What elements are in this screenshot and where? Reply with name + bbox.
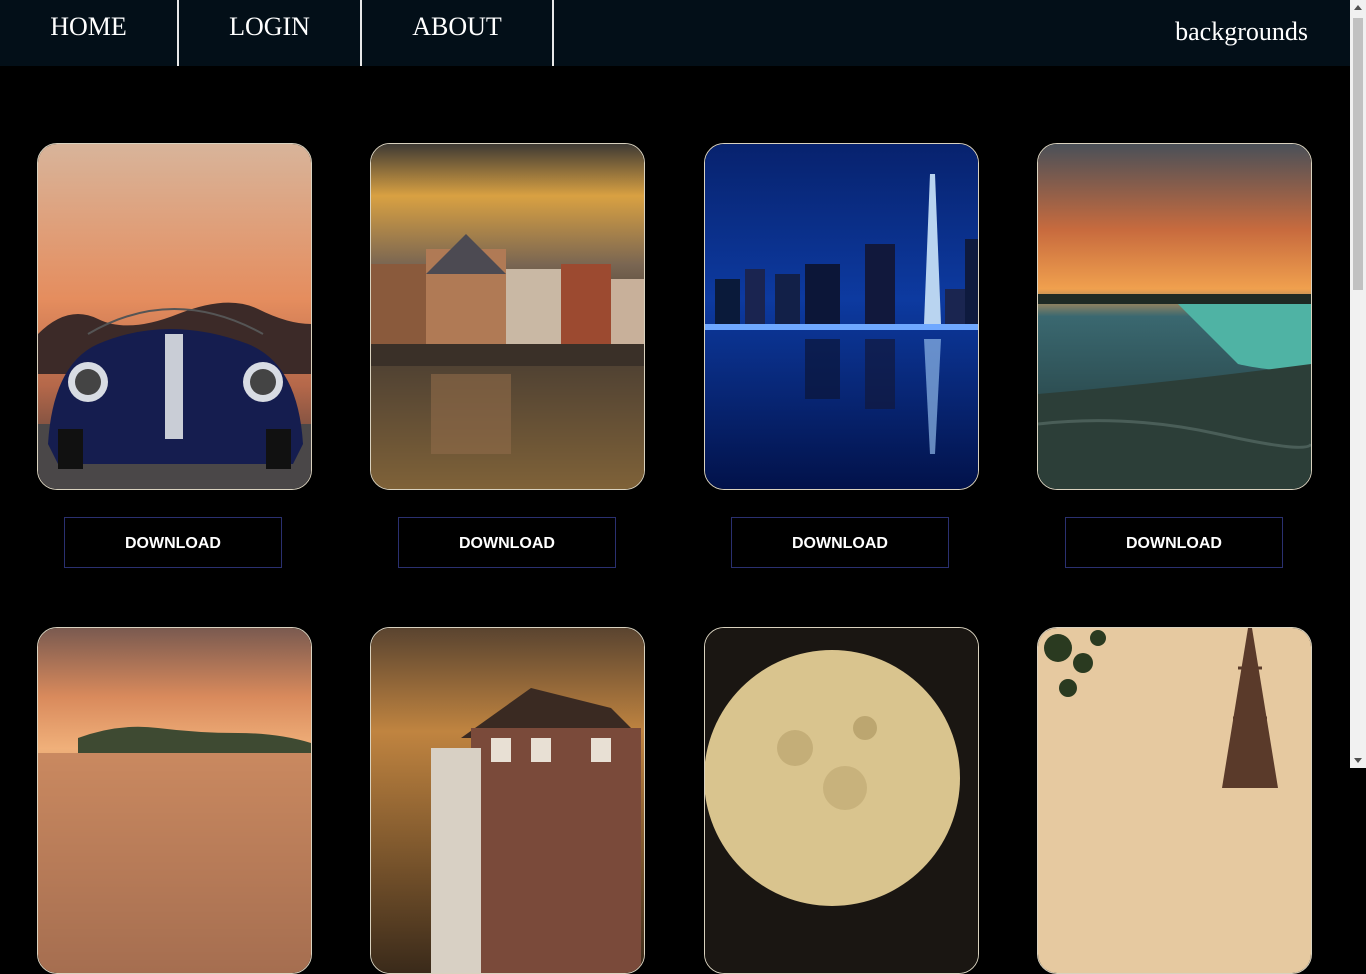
nav-login-link[interactable]: LOGIN <box>179 0 360 66</box>
wallpaper-image-eiffel-tower[interactable] <box>1037 627 1312 974</box>
wallpaper-image-waterfall[interactable] <box>1037 143 1312 490</box>
nav-home-link[interactable]: HOME <box>0 0 177 66</box>
wallpaper-image-town[interactable] <box>370 143 645 490</box>
download-button[interactable]: DOWNLOAD <box>731 517 949 568</box>
download-button[interactable]: DOWNLOAD <box>1065 517 1283 568</box>
wallpaper-image-moon[interactable] <box>704 627 979 974</box>
download-button[interactable]: DOWNLOAD <box>64 517 282 568</box>
download-button[interactable]: DOWNLOAD <box>398 517 616 568</box>
wallpaper-image-skyline[interactable] <box>704 143 979 490</box>
wallpaper-image-car[interactable] <box>37 143 312 490</box>
wallpaper-image-brick-houses[interactable] <box>370 627 645 974</box>
nav-about-link[interactable]: ABOUT <box>362 0 552 66</box>
scroll-thumb[interactable] <box>1353 18 1363 290</box>
page-scrollbar[interactable] <box>1350 0 1366 768</box>
nav-divider <box>552 0 554 66</box>
scroll-down-arrow-icon[interactable] <box>1354 758 1362 763</box>
scroll-up-arrow-icon[interactable] <box>1354 5 1362 10</box>
site-brand[interactable]: backgrounds <box>1175 17 1308 47</box>
wallpaper-image-lake-sunset[interactable] <box>37 627 312 974</box>
top-navbar: HOME LOGIN ABOUT backgrounds <box>0 0 1350 66</box>
